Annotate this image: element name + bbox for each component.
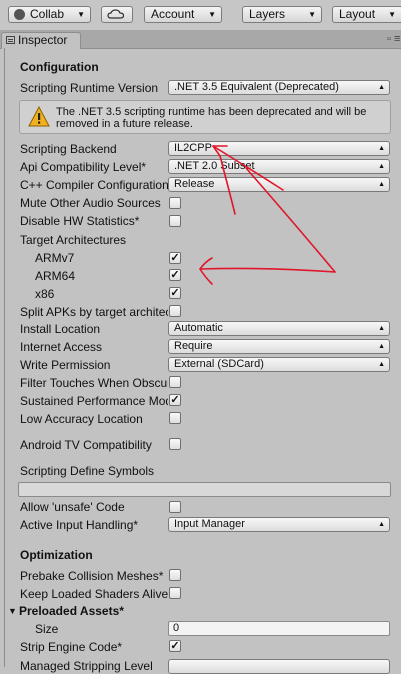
annotation-diagonal-line (245, 167, 336, 273)
red-annotation-arrows (199, 145, 336, 285)
annotation-arrow-to-arm64 (199, 267, 336, 273)
annotation-squiggle (219, 155, 236, 215)
